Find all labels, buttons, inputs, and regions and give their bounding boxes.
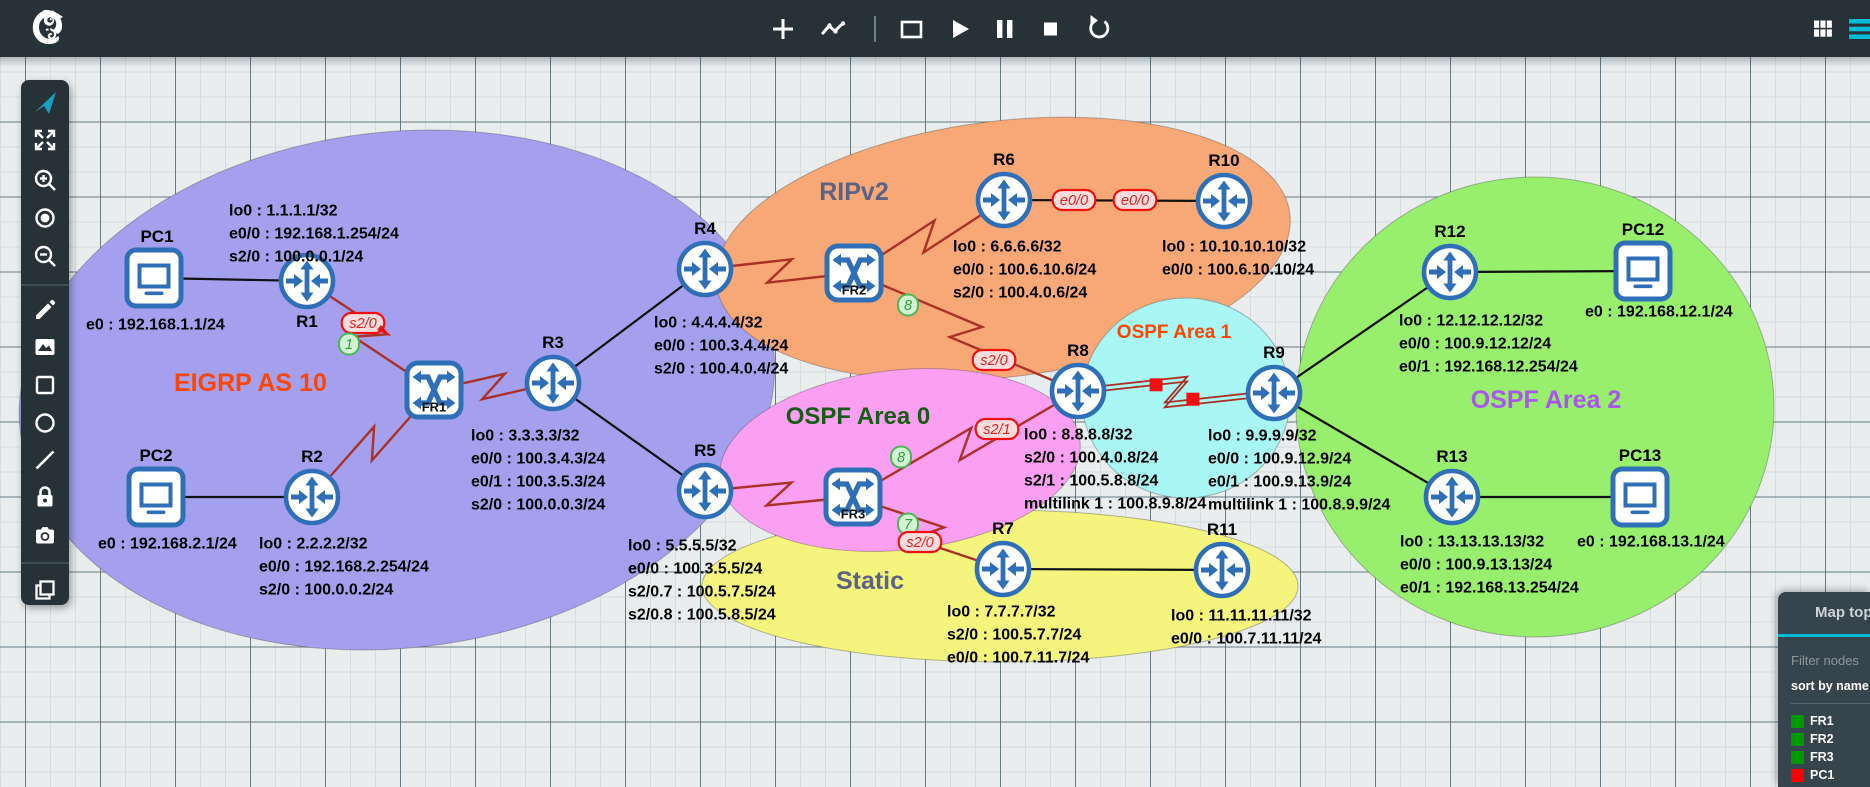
svg-text:OSPF Area 1: OSPF Area 1 bbox=[1117, 322, 1232, 343]
svg-text:1: 1 bbox=[345, 337, 353, 353]
svg-text:R2: R2 bbox=[301, 447, 323, 466]
svg-text:PC2: PC2 bbox=[139, 446, 172, 465]
svg-text:R11: R11 bbox=[1207, 520, 1237, 539]
svg-text:R6: R6 bbox=[993, 150, 1015, 169]
svg-text:e0/0 : 100.3.5.5/24: e0/0 : 100.3.5.5/24 bbox=[628, 561, 762, 578]
svg-text:e0 : 192.168.2.1/24: e0 : 192.168.2.1/24 bbox=[98, 536, 237, 553]
svg-text:R8: R8 bbox=[1067, 341, 1089, 360]
svg-text:lo0 : 8.8.8.8/32: lo0 : 8.8.8.8/32 bbox=[1024, 427, 1133, 444]
svg-text:7: 7 bbox=[904, 517, 913, 533]
svg-text:e0/0 : 192.168.2.254/24: e0/0 : 192.168.2.254/24 bbox=[259, 559, 429, 576]
svg-text:FR2: FR2 bbox=[842, 283, 867, 298]
svg-text:e0/1 : 192.168.12.254/24: e0/1 : 192.168.12.254/24 bbox=[1399, 359, 1578, 376]
svg-text:s2/0: s2/0 bbox=[349, 316, 376, 332]
svg-text:RIPv2: RIPv2 bbox=[819, 178, 888, 206]
svg-text:e0 : 192.168.13.1/24: e0 : 192.168.13.1/24 bbox=[1577, 534, 1725, 551]
svg-text:OSPF Area 0: OSPF Area 0 bbox=[786, 403, 931, 430]
svg-text:R4: R4 bbox=[694, 219, 716, 238]
svg-text:lo0 : 2.2.2.2/32: lo0 : 2.2.2.2/32 bbox=[259, 536, 368, 553]
svg-text:lo0 : 3.3.3.3/32: lo0 : 3.3.3.3/32 bbox=[471, 428, 580, 445]
svg-text:Static: Static bbox=[836, 567, 904, 595]
svg-text:e0/1 : 100.3.5.3/24: e0/1 : 100.3.5.3/24 bbox=[471, 474, 605, 491]
svg-text:s2/0 : 100.4.0.8/24: s2/0 : 100.4.0.8/24 bbox=[1024, 450, 1158, 467]
svg-text:s2/1: s2/1 bbox=[983, 422, 1010, 438]
svg-text:lo0 : 11.11.11.11/32: lo0 : 11.11.11.11/32 bbox=[1171, 608, 1312, 625]
svg-text:e0/0: e0/0 bbox=[1060, 193, 1088, 209]
svg-text:8: 8 bbox=[897, 450, 905, 466]
svg-text:R10: R10 bbox=[1208, 151, 1239, 170]
svg-text:R12: R12 bbox=[1434, 222, 1465, 241]
svg-text:multilink 1 : 100.8.9.9/24: multilink 1 : 100.8.9.9/24 bbox=[1208, 497, 1390, 514]
svg-text:e0/0 : 100.3.4.3/24: e0/0 : 100.3.4.3/24 bbox=[471, 451, 605, 468]
svg-text:lo0 : 7.7.7.7/32: lo0 : 7.7.7.7/32 bbox=[947, 604, 1056, 621]
svg-text:s2/0 : 100.4.0.4/24: s2/0 : 100.4.0.4/24 bbox=[654, 361, 788, 378]
svg-text:R1: R1 bbox=[296, 312, 318, 331]
svg-text:lo0 : 13.13.13.13/32: lo0 : 13.13.13.13/32 bbox=[1400, 534, 1544, 551]
svg-text:lo0 : 10.10.10.10/32: lo0 : 10.10.10.10/32 bbox=[1162, 239, 1306, 256]
svg-text:e0/0 : 192.168.1.254/24: e0/0 : 192.168.1.254/24 bbox=[229, 226, 399, 243]
svg-text:OSPF Area 2: OSPF Area 2 bbox=[1471, 386, 1622, 414]
svg-text:PC13: PC13 bbox=[1619, 446, 1662, 465]
svg-text:e0/0 : 100.6.10.10/24: e0/0 : 100.6.10.10/24 bbox=[1162, 262, 1314, 279]
svg-text:s2/1 : 100.5.8.8/24: s2/1 : 100.5.8.8/24 bbox=[1024, 473, 1158, 490]
svg-text:e0/0 : 100.6.10.6/24: e0/0 : 100.6.10.6/24 bbox=[953, 262, 1096, 279]
svg-text:R13: R13 bbox=[1436, 447, 1467, 466]
svg-text:lo0 : 12.12.12.12/32: lo0 : 12.12.12.12/32 bbox=[1399, 313, 1543, 330]
svg-text:e0 : 192.168.1.1/24: e0 : 192.168.1.1/24 bbox=[86, 317, 225, 334]
svg-text:multilink 1 : 100.8.9.8/24: multilink 1 : 100.8.9.8/24 bbox=[1024, 496, 1206, 513]
svg-text:e0/0 : 100.7.11.11/24: e0/0 : 100.7.11.11/24 bbox=[1171, 631, 1321, 648]
svg-text:e0/0: e0/0 bbox=[1121, 193, 1149, 209]
svg-text:lo0 : 9.9.9.9/32: lo0 : 9.9.9.9/32 bbox=[1208, 428, 1317, 445]
svg-text:s2/0 : 100.0.0.3/24: s2/0 : 100.0.0.3/24 bbox=[471, 497, 605, 514]
svg-text:R7: R7 bbox=[992, 519, 1014, 538]
svg-text:e0/0 : 100.9.13.13/24: e0/0 : 100.9.13.13/24 bbox=[1400, 557, 1552, 574]
svg-text:e0/1 : 192.168.13.254/24: e0/1 : 192.168.13.254/24 bbox=[1400, 580, 1579, 597]
svg-text:lo0 : 1.1.1.1/32: lo0 : 1.1.1.1/32 bbox=[229, 203, 338, 220]
svg-text:s2/0: s2/0 bbox=[906, 535, 933, 551]
svg-text:FR3: FR3 bbox=[841, 507, 866, 522]
svg-text:e0/0 : 100.7.11.7/24: e0/0 : 100.7.11.7/24 bbox=[947, 650, 1089, 667]
svg-text:R9: R9 bbox=[1263, 343, 1285, 362]
svg-text:s2/0.8 : 100.5.8.5/24: s2/0.8 : 100.5.8.5/24 bbox=[628, 607, 776, 624]
svg-text:R5: R5 bbox=[694, 441, 716, 460]
svg-text:e0/0 : 100.9.12.12/24: e0/0 : 100.9.12.12/24 bbox=[1399, 336, 1551, 353]
svg-text:s2/0 : 100.5.7.7/24: s2/0 : 100.5.7.7/24 bbox=[947, 627, 1081, 644]
svg-text:s2/0.7 : 100.5.7.5/24: s2/0.7 : 100.5.7.5/24 bbox=[628, 584, 776, 601]
svg-text:PC12: PC12 bbox=[1622, 220, 1665, 239]
svg-text:FR1: FR1 bbox=[422, 400, 447, 415]
svg-text:s2/0 : 100.4.0.6/24: s2/0 : 100.4.0.6/24 bbox=[953, 285, 1087, 302]
svg-text:EIGRP AS 10: EIGRP AS 10 bbox=[174, 369, 327, 397]
svg-text:8: 8 bbox=[904, 298, 912, 314]
svg-text:s2/0 : 100.0.0.2/24: s2/0 : 100.0.0.2/24 bbox=[259, 582, 393, 599]
svg-text:lo0 : 6.6.6.6/32: lo0 : 6.6.6.6/32 bbox=[953, 239, 1062, 256]
svg-text:e0 : 192.168.12.1/24: e0 : 192.168.12.1/24 bbox=[1585, 304, 1733, 321]
svg-text:e0/0 : 100.9.12.9/24: e0/0 : 100.9.12.9/24 bbox=[1208, 451, 1351, 468]
svg-text:PC1: PC1 bbox=[140, 227, 173, 246]
svg-text:lo0 : 5.5.5.5/32: lo0 : 5.5.5.5/32 bbox=[628, 538, 737, 555]
svg-text:s2/0: s2/0 bbox=[980, 353, 1007, 369]
svg-text:R3: R3 bbox=[542, 333, 564, 352]
svg-text:e0/0 : 100.3.4.4/24: e0/0 : 100.3.4.4/24 bbox=[654, 338, 788, 355]
svg-text:s2/0 : 100.0.0.1/24: s2/0 : 100.0.0.1/24 bbox=[229, 249, 363, 266]
svg-text:e0/1 : 100.9.13.9/24: e0/1 : 100.9.13.9/24 bbox=[1208, 474, 1351, 491]
svg-text:lo0 : 4.4.4.4/32: lo0 : 4.4.4.4/32 bbox=[654, 315, 763, 332]
